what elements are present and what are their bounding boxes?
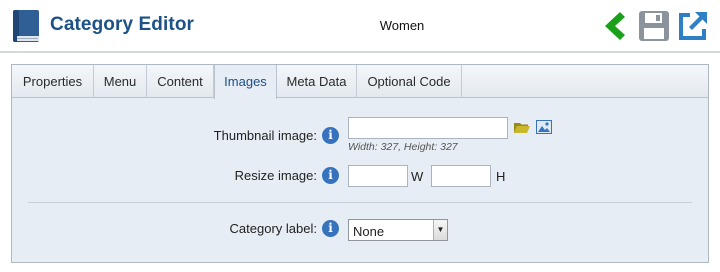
chevron-down-icon: ▼ — [433, 220, 447, 240]
height-unit-label: H — [496, 169, 506, 184]
category-info-icon[interactable]: i — [322, 220, 339, 237]
browse-folder-icon[interactable] — [514, 121, 530, 134]
category-label-value: None — [353, 224, 385, 239]
header-divider — [0, 51, 720, 53]
category-label-select[interactable]: None ▼ — [348, 219, 448, 241]
category-label-label: Category label: — [229, 221, 317, 236]
thumbnail-image-label: Thumbnail image: — [213, 128, 317, 143]
external-link-icon[interactable] — [676, 9, 710, 43]
tab-meta-data[interactable]: Meta Data — [277, 65, 357, 98]
thumbnail-size-hint: Width: 327, Height: 327 — [348, 141, 458, 153]
image-preview-icon[interactable] — [536, 120, 552, 134]
editor-header: Category Editor Women — [0, 0, 720, 53]
resize-info-icon[interactable]: i — [322, 167, 339, 184]
thumbnail-info-icon[interactable]: i — [322, 127, 339, 144]
tab-properties[interactable]: Properties — [12, 65, 94, 98]
save-icon[interactable] — [637, 9, 671, 43]
resize-height-input[interactable] — [431, 165, 491, 187]
tab-content[interactable]: Content — [147, 65, 214, 98]
tab-bar: Properties Menu Content Images Meta Data… — [12, 65, 708, 99]
resize-width-input[interactable] — [348, 165, 408, 187]
width-unit-label: W — [411, 169, 424, 184]
tab-menu[interactable]: Menu — [94, 65, 147, 98]
resize-image-label: Resize image: — [234, 168, 317, 183]
tab-optional-code[interactable]: Optional Code — [357, 65, 462, 98]
section-divider — [28, 202, 692, 203]
thumbnail-image-input[interactable] — [348, 117, 508, 139]
editor-panel: Properties Menu Content Images Meta Data… — [11, 64, 709, 263]
back-arrow-icon[interactable] — [596, 9, 630, 43]
tab-images[interactable]: Images — [214, 65, 277, 99]
